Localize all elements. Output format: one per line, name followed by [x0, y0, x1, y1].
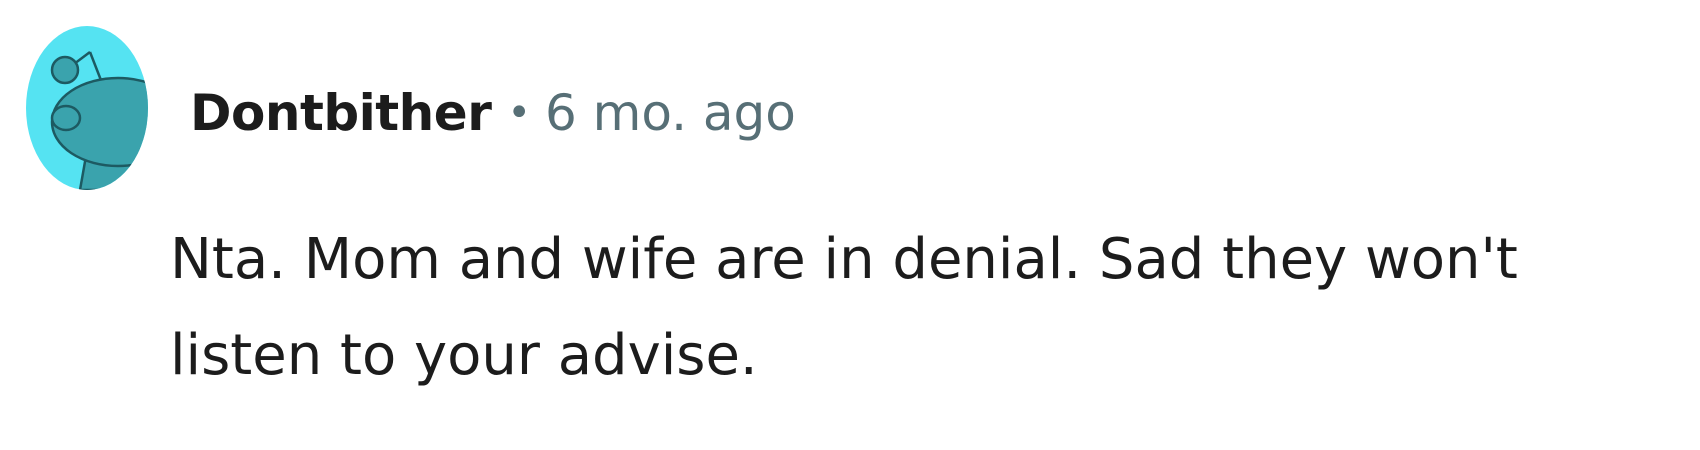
comment-header: Dontbither • 6 mo. ago — [190, 78, 796, 148]
comment: Dontbither • 6 mo. ago Nta. Mom and wife… — [0, 0, 1700, 450]
user-avatar[interactable] — [26, 26, 148, 190]
separator-dot: • — [507, 90, 531, 136]
snoo-avatar-icon — [26, 26, 148, 190]
comment-body: Nta. Mom and wife are in denial. Sad the… — [170, 227, 1518, 388]
comment-timestamp[interactable]: 6 mo. ago — [545, 84, 796, 142]
username-link[interactable]: Dontbither — [190, 84, 492, 142]
